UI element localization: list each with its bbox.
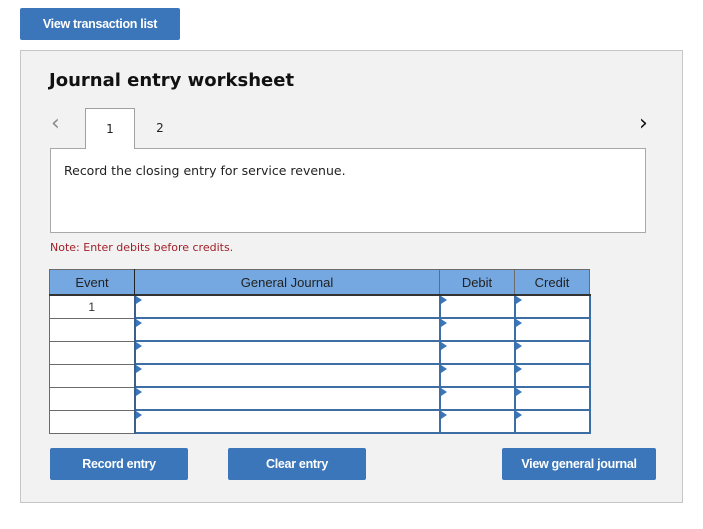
note-text: Note: Enter debits before credits. (50, 241, 234, 254)
debit-input[interactable] (438, 294, 516, 319)
journal-table: Event General Journal Debit Credit 1 (49, 269, 591, 434)
account-dropdown[interactable] (133, 317, 441, 342)
instruction-text: Record the closing entry for service rev… (64, 163, 346, 178)
account-dropdown[interactable] (133, 386, 441, 411)
credit-input[interactable] (513, 363, 591, 388)
clear-entry-button[interactable]: Clear entry (228, 448, 366, 480)
credit-input[interactable] (513, 317, 591, 342)
table-row (49, 340, 591, 365)
table-row (49, 409, 591, 434)
table-row (49, 386, 591, 411)
account-dropdown[interactable] (133, 409, 441, 434)
chevron-right-icon[interactable]: › (639, 111, 648, 136)
tab-2[interactable]: 2 (135, 108, 185, 148)
account-dropdown[interactable] (133, 294, 441, 319)
event-cell (49, 363, 136, 388)
event-cell (49, 340, 136, 365)
debit-input[interactable] (438, 363, 516, 388)
credit-input[interactable] (513, 340, 591, 365)
table-row (49, 363, 591, 388)
view-transaction-list-button[interactable]: View transaction list (20, 8, 180, 40)
debit-input[interactable] (438, 386, 516, 411)
event-cell (49, 317, 136, 342)
table-row: 1 (49, 294, 591, 319)
view-general-journal-button[interactable]: View general journal (502, 448, 656, 480)
account-dropdown[interactable] (133, 363, 441, 388)
instruction-box: Record the closing entry for service rev… (50, 148, 646, 233)
table-header-row: Event General Journal Debit Credit (49, 269, 590, 296)
event-cell (49, 409, 136, 434)
event-cell (49, 386, 136, 411)
debit-input[interactable] (438, 317, 516, 342)
credit-input[interactable] (513, 386, 591, 411)
record-entry-button[interactable]: Record entry (50, 448, 188, 480)
worksheet-title: Journal entry worksheet (49, 70, 295, 91)
event-cell: 1 (49, 294, 136, 319)
table-row (49, 317, 591, 342)
header-general-journal: General Journal (134, 269, 440, 296)
chevron-left-icon[interactable]: ‹ (51, 111, 60, 136)
credit-input[interactable] (513, 409, 591, 434)
credit-input[interactable] (513, 294, 591, 319)
debit-input[interactable] (438, 409, 516, 434)
debit-input[interactable] (438, 340, 516, 365)
header-event: Event (49, 269, 135, 296)
header-credit: Credit (514, 269, 590, 296)
tab-1[interactable]: 1 (85, 108, 135, 149)
account-dropdown[interactable] (133, 340, 441, 365)
header-debit: Debit (439, 269, 515, 296)
journal-entry-worksheet-panel: Journal entry worksheet ‹ 1 2 › Record t… (20, 50, 683, 503)
